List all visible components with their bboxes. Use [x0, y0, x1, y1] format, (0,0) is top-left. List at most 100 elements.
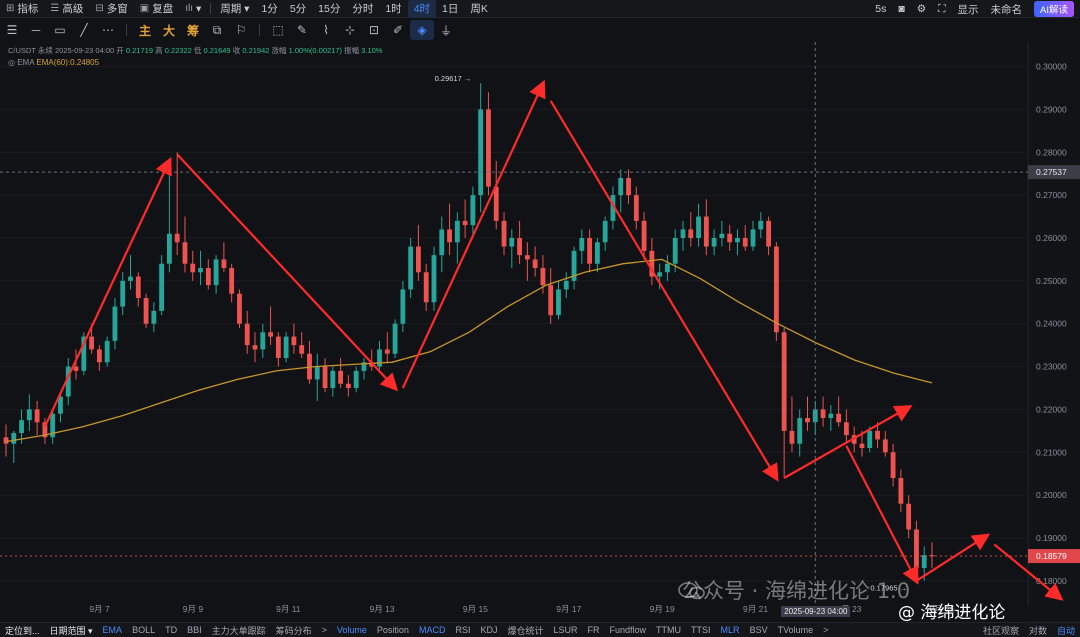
- main-indicator-2[interactable]: TD: [160, 625, 182, 635]
- candle-body: [73, 366, 79, 371]
- y-tick-label: 0.28000: [1036, 147, 1067, 157]
- sub-indicator-1[interactable]: Position: [372, 625, 414, 635]
- toolbar-right-1[interactable]: 显示: [952, 0, 985, 18]
- toolbar-item-2[interactable]: ⊟ 多窗: [89, 0, 133, 18]
- bottom-left-0[interactable]: 定位到...: [0, 624, 45, 637]
- toolbar-item-7[interactable]: 5分: [284, 0, 312, 18]
- candle-body: [773, 246, 779, 333]
- candle-body: [742, 238, 748, 247]
- sub-indicator-13[interactable]: TVolume: [773, 625, 819, 635]
- sub-indicator-8[interactable]: Fundflow: [605, 625, 652, 635]
- measure-icon[interactable]: ⊹: [338, 20, 362, 40]
- main-indicator-1[interactable]: BOLL: [127, 625, 160, 635]
- edit-icon[interactable]: ✐: [386, 20, 410, 40]
- candle-body: [540, 268, 546, 286]
- candle-body: [875, 430, 880, 440]
- x-tick-label: 9月 9: [183, 604, 204, 614]
- candle-body: [680, 229, 686, 238]
- y-tick-label: 0.24000: [1036, 319, 1067, 329]
- pencil-icon[interactable]: ✎: [290, 20, 314, 40]
- indicator-toggle-2[interactable]: 筹: [181, 20, 205, 40]
- toolbar-right-2[interactable]: 未命名: [985, 0, 1029, 18]
- sub-indicator-0[interactable]: Volume: [332, 625, 372, 635]
- toolbar-item-6[interactable]: 1分: [255, 0, 283, 18]
- sub-indicator-12[interactable]: BSV: [745, 625, 773, 635]
- candle-body: [766, 220, 772, 247]
- sub-indicator-14[interactable]: >: [818, 625, 833, 635]
- toolbar-item-0[interactable]: ⊞ 指标: [0, 0, 44, 18]
- toolbar-item-8[interactable]: 15分: [312, 0, 346, 18]
- copy-icon[interactable]: ⧉: [205, 20, 229, 40]
- horizontal-line-icon[interactable]: ─: [24, 20, 48, 40]
- sub-indicator-7[interactable]: FR: [583, 625, 605, 635]
- more-icon[interactable]: ⋯: [96, 20, 120, 40]
- candle-body: [797, 418, 803, 444]
- high-price-label: 0.29617 →: [435, 74, 472, 83]
- rectangle-icon[interactable]: ▭: [48, 20, 72, 40]
- brush-icon[interactable]: ⚐: [229, 20, 253, 40]
- toolbar-item-3[interactable]: ▣ 复盘: [134, 0, 179, 18]
- toolbar-item-4[interactable]: ılı ▾: [179, 0, 207, 18]
- ruler-icon[interactable]: ⌇: [314, 20, 338, 40]
- main-indicator-6[interactable]: >: [317, 625, 332, 635]
- sub-indicator-4[interactable]: KDJ: [475, 625, 502, 635]
- select-icon[interactable]: ⬚: [266, 20, 290, 40]
- candle-body: [867, 430, 873, 448]
- main-indicator-4[interactable]: 主力大单跟踪: [207, 624, 271, 637]
- lock-icon[interactable]: ⊡: [362, 20, 386, 40]
- annotation-arrow: [549, 100, 779, 482]
- candle-body: [26, 409, 32, 421]
- toolbar-item-10[interactable]: 1时: [379, 0, 407, 18]
- toolbar-item-12[interactable]: 1日: [436, 0, 464, 18]
- filter-icon[interactable]: ⏚: [434, 20, 458, 40]
- candle-body: [275, 336, 281, 358]
- lines-icon[interactable]: ☰: [0, 20, 24, 40]
- ai-button[interactable]: AI解读: [1034, 1, 1074, 17]
- sub-indicator-10[interactable]: TTSI: [686, 625, 716, 635]
- toolbar-right-0[interactable]: 5s: [869, 0, 892, 18]
- chart-icon: ⊞: [6, 3, 15, 14]
- candle-body: [198, 268, 203, 273]
- toolbar-item-9[interactable]: 分时: [346, 0, 379, 18]
- sub-indicator-3[interactable]: RSI: [450, 625, 475, 635]
- candle-body: [112, 306, 118, 341]
- candle-body: [921, 555, 927, 568]
- candle-body: [805, 418, 810, 423]
- x-tick-label: 9月 19: [650, 604, 675, 614]
- candle-body: [859, 443, 865, 448]
- candle-body: [400, 289, 406, 324]
- toolbar-item-1[interactable]: ☰ 高级: [44, 0, 89, 18]
- magnet-icon[interactable]: ◈: [410, 20, 434, 40]
- price-chart[interactable]: 0.30000 0.29000 0.28000 0.27000 0.26000 0.250…: [0, 42, 1080, 622]
- sub-indicator-9[interactable]: TTMU: [651, 625, 686, 635]
- sub-indicator-11[interactable]: MLR: [716, 625, 745, 635]
- bottom-right-0[interactable]: 社区观察: [978, 624, 1024, 637]
- main-indicator-3[interactable]: BBI: [182, 625, 207, 635]
- sub-indicator-6[interactable]: LSUR: [549, 625, 583, 635]
- y-tick-label: 0.23000: [1036, 362, 1067, 372]
- candle-body: [789, 430, 795, 444]
- candle-body: [384, 349, 390, 354]
- main-indicator-0[interactable]: EMA: [98, 625, 128, 635]
- bottom-right-2[interactable]: 自动: [1052, 624, 1080, 637]
- x-tick-label: 9月 21: [743, 604, 768, 614]
- indicator-toggle-0[interactable]: 主: [133, 20, 157, 40]
- toolbar-item-13[interactable]: 周K: [464, 0, 494, 18]
- candle-body: [408, 246, 414, 290]
- camera-icon[interactable]: ◙: [892, 0, 910, 18]
- toolbar-item-5[interactable]: 周期 ▾: [214, 0, 255, 18]
- sub-indicator-2[interactable]: MACD: [414, 625, 451, 635]
- bottom-left-1[interactable]: 日期范围 ▾: [45, 624, 98, 637]
- candle-body: [252, 345, 258, 350]
- fullscreen-icon[interactable]: ⛶: [932, 0, 951, 18]
- bottom-right-1[interactable]: 对数: [1024, 624, 1052, 637]
- x-tick-label: 9月 11: [276, 604, 301, 614]
- main-indicator-5[interactable]: 筹码分布: [271, 624, 317, 637]
- candle-body: [330, 370, 336, 388]
- toolbar-item-11[interactable]: 4时: [407, 0, 437, 18]
- trend-line-icon[interactable]: ╱: [72, 20, 96, 40]
- settings-icon[interactable]: ⚙: [911, 0, 932, 18]
- sub-indicator-5[interactable]: 爆仓统计: [502, 624, 548, 637]
- indicator-toggle-1[interactable]: 大: [157, 20, 181, 40]
- candle-body: [470, 195, 476, 226]
